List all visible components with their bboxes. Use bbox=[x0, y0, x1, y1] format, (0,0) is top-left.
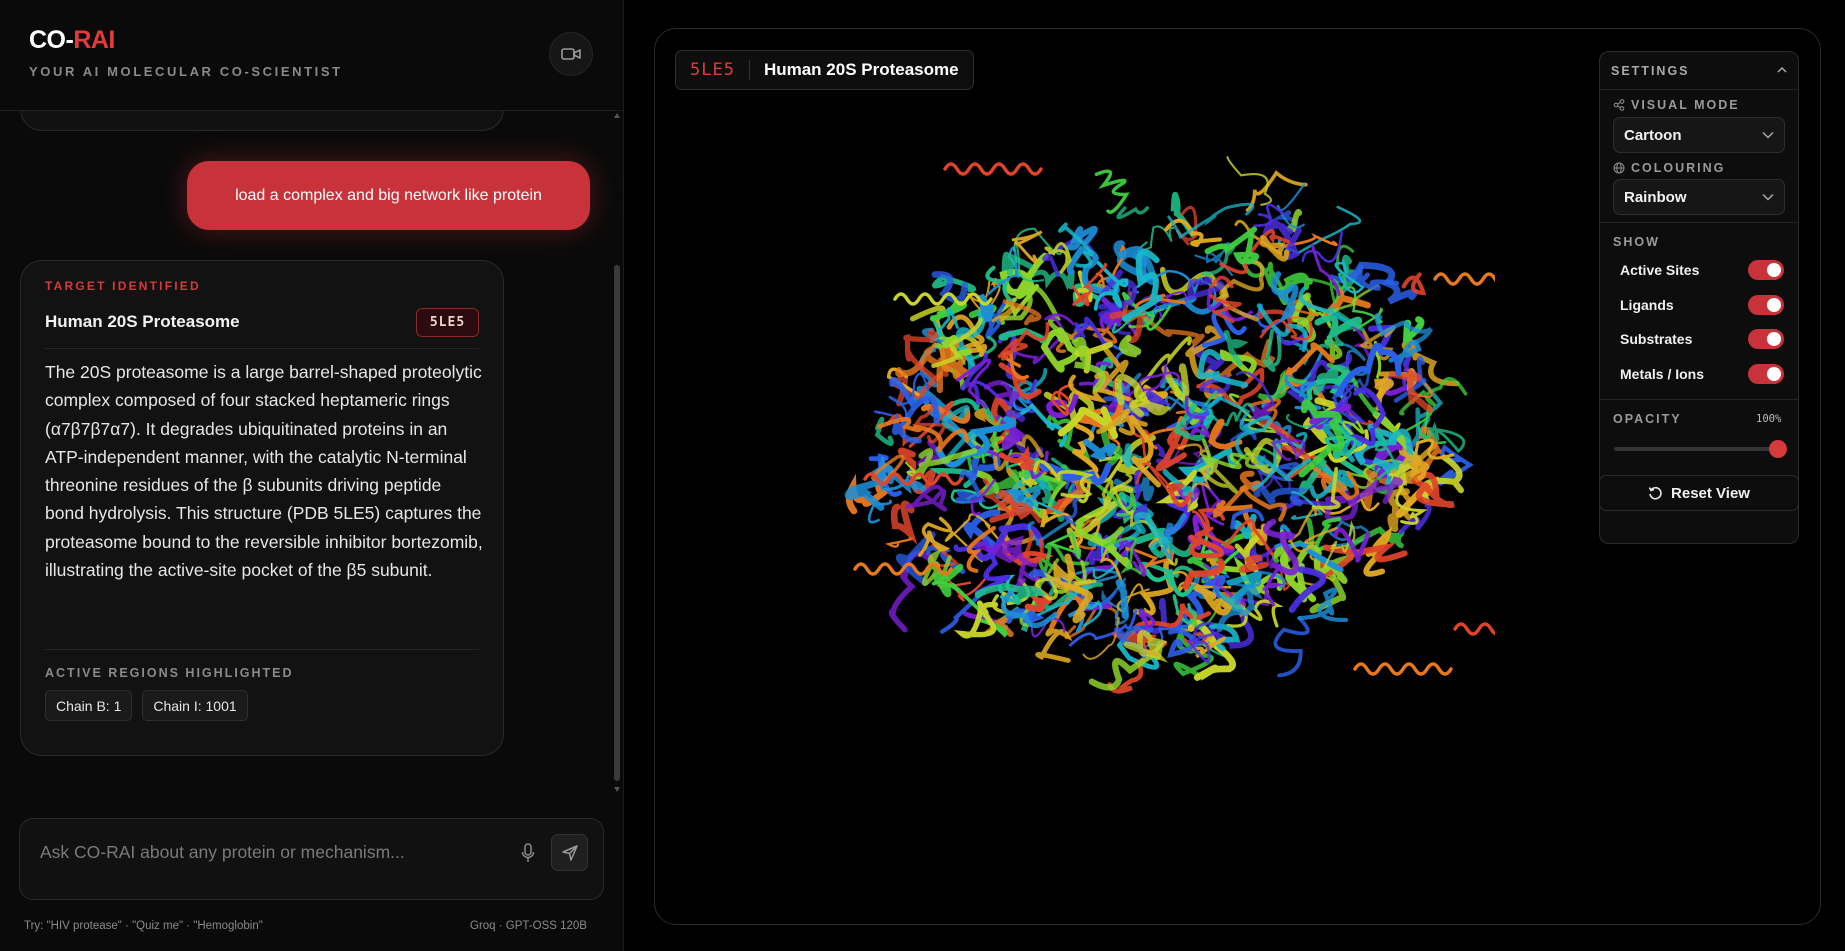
visual-mode-text: VISUAL MODE bbox=[1631, 98, 1740, 112]
toggle-switch[interactable] bbox=[1748, 260, 1784, 280]
opacity-slider-track[interactable] bbox=[1614, 447, 1778, 451]
opacity-slider-knob[interactable] bbox=[1769, 440, 1787, 458]
globe-icon bbox=[1613, 162, 1625, 174]
prompt-hint: Try: "HIV protease" · "Quiz me" · "Hemog… bbox=[24, 920, 263, 932]
chat-input[interactable] bbox=[40, 837, 510, 867]
reset-view-label: Reset View bbox=[1671, 484, 1750, 502]
viewer-pdb-id: 5LE5 bbox=[690, 60, 735, 80]
colouring-label: COLOURING bbox=[1613, 161, 1725, 175]
composer bbox=[19, 818, 604, 900]
settings-header[interactable]: SETTINGS bbox=[1600, 52, 1798, 90]
ribbon-segment bbox=[885, 536, 914, 548]
title-separator bbox=[748, 60, 750, 80]
ribbon-segment bbox=[1035, 627, 1073, 663]
region-chip[interactable]: Chain I: 1001 bbox=[142, 690, 248, 721]
target-identified-label: TARGET IDENTIFIED bbox=[45, 279, 201, 293]
card-divider bbox=[45, 348, 479, 349]
helix-segment bbox=[1433, 272, 1495, 286]
tagline: YOUR AI MOLECULAR CO-SCIENTIST bbox=[29, 64, 343, 79]
brand-logo: CO-RAI bbox=[29, 26, 115, 54]
helix-segment bbox=[1353, 662, 1453, 676]
ribbon-segment bbox=[1273, 616, 1310, 678]
colouring-text: COLOURING bbox=[1631, 161, 1726, 175]
ribbon-segment bbox=[1252, 480, 1309, 507]
structure-title-pill: 5LE5 Human 20S Proteasome bbox=[675, 50, 974, 90]
settings-title: SETTINGS bbox=[1611, 64, 1690, 78]
ribbon-segment bbox=[1082, 438, 1117, 460]
model-label: Groq · GPT-OSS 120B bbox=[470, 920, 587, 932]
visual-mode-select[interactable]: Cartoon bbox=[1613, 117, 1785, 153]
chevron-up-icon[interactable] bbox=[1776, 65, 1788, 75]
pdb-badge[interactable]: 5LE5 bbox=[416, 308, 479, 337]
send-button[interactable] bbox=[551, 834, 588, 871]
mic-button[interactable] bbox=[516, 841, 540, 865]
active-regions-label: ACTIVE REGIONS HIGHLIGHTED bbox=[45, 666, 294, 680]
viewer-structure-name: Human 20S Proteasome bbox=[763, 60, 959, 79]
toggle-active-sites[interactable]: Active Sites bbox=[1620, 258, 1784, 282]
region-chip[interactable]: Chain B: 1 bbox=[45, 690, 133, 721]
toggle-substrates[interactable]: Substrates bbox=[1620, 327, 1784, 351]
colouring-select[interactable]: Rainbow bbox=[1613, 179, 1785, 215]
user-message-bubble: load a complex and big network like prot… bbox=[187, 161, 590, 230]
toggle-label: Active Sites bbox=[1620, 262, 1700, 278]
protein-structure-render[interactable] bbox=[835, 149, 1495, 709]
app-header: CO-RAI YOUR AI MOLECULAR CO-SCIENTIST bbox=[0, 0, 623, 111]
ribbon-segment bbox=[1116, 206, 1150, 220]
toggle-ligands[interactable]: Ligands bbox=[1620, 293, 1784, 317]
scroll-down-arrow-icon[interactable] bbox=[614, 787, 620, 792]
ribbon-segment bbox=[1226, 156, 1272, 206]
opacity-label: OPACITY bbox=[1613, 412, 1682, 426]
scroll-thumb[interactable] bbox=[614, 265, 620, 781]
active-region-chips: Chain B: 1 Chain I: 1001 bbox=[45, 690, 248, 721]
chat-panel: CO-RAI YOUR AI MOLECULAR CO-SCIENTIST lo… bbox=[0, 0, 624, 951]
reset-view-button[interactable]: Reset View bbox=[1599, 475, 1799, 511]
ribbon-segment bbox=[1245, 170, 1308, 212]
chat-scrollbar[interactable] bbox=[611, 111, 623, 796]
video-call-button[interactable] bbox=[549, 32, 593, 76]
microphone-icon bbox=[521, 843, 535, 862]
chat-thread[interactable]: load a complex and big network like prot… bbox=[0, 111, 623, 796]
scroll-up-arrow-icon[interactable] bbox=[614, 113, 620, 118]
colouring-value: Rainbow bbox=[1624, 188, 1687, 206]
toggle-label: Substrates bbox=[1620, 331, 1693, 347]
card-divider bbox=[45, 649, 479, 650]
assistant-target-card: TARGET IDENTIFIED Human 20S Proteasome 5… bbox=[20, 260, 504, 756]
toggle-label: Ligands bbox=[1620, 297, 1674, 313]
toggle-switch[interactable] bbox=[1748, 295, 1784, 315]
opacity-value: 100% bbox=[1756, 413, 1782, 425]
ribbon-segment bbox=[1094, 169, 1130, 214]
video-camera-icon bbox=[561, 48, 581, 60]
chevron-down-icon bbox=[1762, 193, 1774, 201]
visual-mode-value: Cartoon bbox=[1624, 126, 1682, 144]
settings-panel: SETTINGS VISUAL MODE Cartoon COLOURING R… bbox=[1599, 51, 1799, 544]
ribbon-segment bbox=[1401, 272, 1427, 296]
send-icon bbox=[561, 844, 578, 861]
rotate-ccw-icon bbox=[1648, 486, 1662, 500]
show-label: SHOW bbox=[1613, 235, 1660, 249]
settings-divider bbox=[1600, 399, 1798, 400]
toggle-label: Metals / Ions bbox=[1620, 366, 1705, 382]
chevron-down-icon bbox=[1762, 131, 1774, 139]
toggle-switch[interactable] bbox=[1748, 329, 1784, 349]
settings-divider bbox=[1600, 222, 1798, 223]
toggle-switch[interactable] bbox=[1748, 364, 1784, 384]
previous-message-card bbox=[20, 111, 504, 131]
molecule-viewer[interactable]: 5LE5 Human 20S Proteasome SETTINGS VISUA… bbox=[654, 28, 1821, 925]
visual-mode-label: VISUAL MODE bbox=[1613, 98, 1740, 112]
target-description: The 20S proteasome is a large barrel-sha… bbox=[45, 362, 483, 581]
toggle-metals-ions[interactable]: Metals / Ions bbox=[1620, 362, 1784, 386]
helix-segment bbox=[943, 162, 1043, 176]
target-title: Human 20S Proteasome bbox=[45, 312, 240, 331]
share-nodes-icon bbox=[1613, 99, 1625, 111]
helix-segment bbox=[1453, 622, 1495, 636]
ribbon-segment bbox=[1238, 554, 1269, 574]
ribbon-segment bbox=[1355, 542, 1408, 563]
